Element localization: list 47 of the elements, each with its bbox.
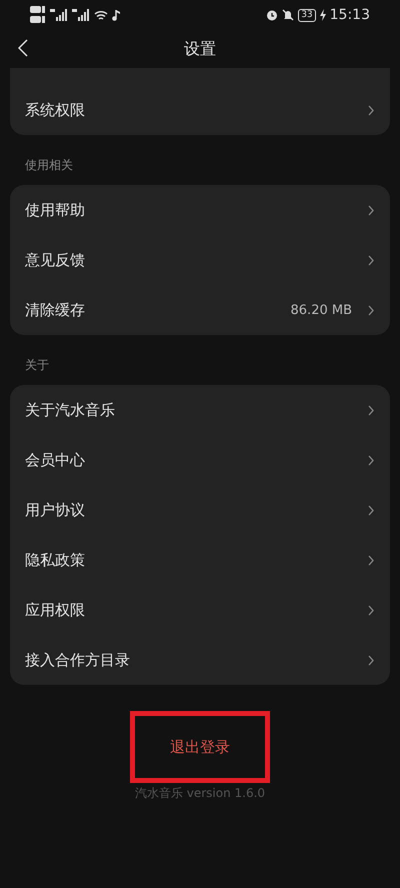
sim-icon [30,5,46,25]
battery-level: 33 [298,8,316,22]
section-title: 关于 [24,357,50,374]
item-label: 清除缓存 [25,300,86,320]
back-icon [18,39,28,57]
item-label: 应用权限 [25,600,86,620]
settings-item[interactable]: 接入合作方目录 [10,635,390,685]
item-label: 关于汽水音乐 [25,400,116,420]
settings-item[interactable]: 清除缓存 86.20 MB [10,285,390,335]
item-label: 意见反馈 [25,250,86,270]
chevron-right-icon [368,654,374,666]
chevron-right-icon [368,304,374,316]
music-note-icon [112,10,120,20]
alarm-icon [266,9,278,21]
chevron-right-icon [368,254,374,266]
signal-icon [72,9,90,21]
settings-item[interactable]: 系统权限 [10,85,390,135]
item-label: 用户协议 [25,500,86,520]
logout-button[interactable]: 退出登录 [158,730,242,764]
item-label: 使用帮助 [25,200,86,220]
settings-item[interactable]: 意见反馈 [10,235,390,285]
item-label: 会员中心 [25,450,86,470]
item-label: 接入合作方目录 [25,650,131,670]
settings-item[interactable]: 关于汽水音乐 [10,385,390,435]
status-time: 15:13 [330,7,370,23]
chevron-right-icon [368,554,374,566]
item-label: 系统权限 [25,100,86,120]
wifi-icon [94,10,108,20]
chevron-right-icon [368,104,374,116]
section-title: 使用相关 [24,157,74,174]
chevron-right-icon [368,604,374,616]
settings-item[interactable]: 隐私政策 [10,535,390,585]
bell-muted-icon [282,9,294,21]
signal-icon [50,9,68,21]
page-title: 设置 [184,38,216,60]
item-value: 86.20 MB [290,302,352,318]
chevron-right-icon [368,454,374,466]
settings-item[interactable]: 用户协议 [10,485,390,535]
chevron-right-icon [368,204,374,216]
item-label: 隐私政策 [25,550,86,570]
charging-icon [320,9,326,21]
chevron-right-icon [368,404,374,416]
version-text: 汽水音乐 version 1.6.0 [134,785,266,802]
settings-item[interactable]: 应用权限 [10,585,390,635]
settings-item[interactable]: 使用帮助 [10,185,390,235]
chevron-right-icon [368,504,374,516]
settings-item[interactable]: 会员中心 [10,435,390,485]
